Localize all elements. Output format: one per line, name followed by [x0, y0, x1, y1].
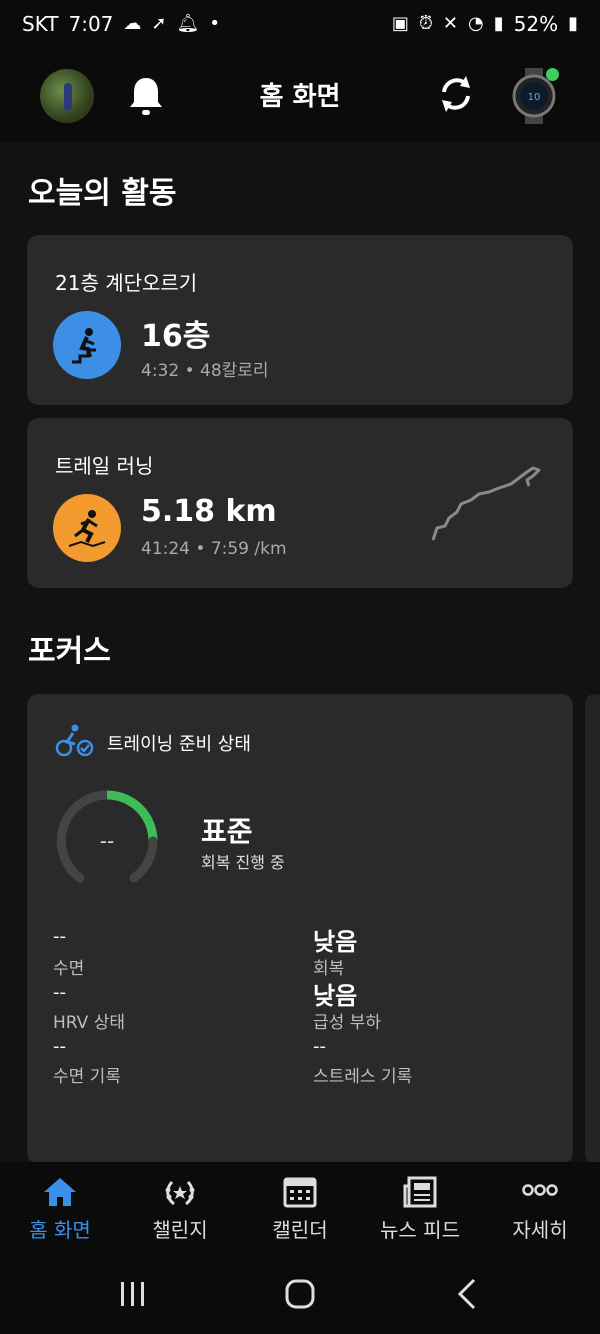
metric-value-hrv: -- — [53, 982, 66, 1003]
readiness-score: -- — [99, 829, 115, 853]
nav-item-home[interactable]: 홈 화면 — [0, 1162, 120, 1254]
route-map-thumbnail — [431, 466, 541, 541]
back-icon[interactable] — [448, 1276, 488, 1312]
carrier: SKT — [22, 12, 59, 36]
cloud-icon: ☁ — [123, 13, 142, 34]
system-nav-bar — [0, 1254, 600, 1334]
metric-value-stress-history: -- — [313, 1036, 326, 1057]
page-title: 홈 화면 — [259, 82, 341, 112]
laurel-icon — [165, 1180, 195, 1206]
activity-sub-value: 4:32 • 48칼로리 — [141, 361, 269, 381]
activity-sub-value: 41:24 • 7:59 /km — [141, 539, 287, 559]
readiness-status-sub: 회복 진행 중 — [201, 853, 285, 872]
nav-item-challenges[interactable]: 챌린지 — [120, 1162, 240, 1254]
metric-label-sleep-history: 수면 기록 — [53, 1067, 121, 1087]
metric-value-acute-load: 낮음 — [313, 982, 358, 1010]
sync-icon[interactable] — [436, 72, 476, 116]
notification-bell-icon: 🔔︎ — [176, 13, 200, 34]
lock-icon: ▣ — [391, 13, 409, 34]
stair-climb-icon — [53, 311, 121, 379]
training-readiness-card[interactable]: 트레이닝 준비 상태 -- 표준 회복 진행 중 -- 수면 -- HRV 상태… — [27, 694, 573, 1164]
activity-label: 21층 계단오르기 — [55, 271, 198, 295]
nav-arrow-icon: ➚ — [151, 13, 167, 34]
metric-value-recovery: 낮음 — [313, 928, 358, 956]
dot-icon: • — [209, 13, 220, 34]
activity-card-trail-run[interactable]: 트레일 러닝 5.18 km 41:24 • 7:59 /km — [27, 418, 573, 588]
nav-label-home: 홈 화면 — [29, 1218, 91, 1242]
section-title-today: 오늘의 활동 — [28, 176, 177, 211]
bottom-nav: 홈 화면 챌린지 캘린더 뉴스 피드 자세히 — [0, 1162, 600, 1254]
training-readiness-title: 트레이닝 준비 상태 — [107, 734, 251, 755]
nav-label-newsfeed: 뉴스 피드 — [380, 1218, 460, 1242]
newsfeed-icon — [403, 1176, 437, 1208]
metric-label-sleep: 수면 — [53, 959, 85, 979]
metric-label-hrv: HRV 상태 — [53, 1013, 125, 1033]
training-readiness-icon — [55, 724, 94, 757]
signal-icon: ▮ — [493, 13, 504, 34]
top-bar: 홈 화면 10 — [0, 48, 600, 142]
connected-indicator — [546, 68, 559, 81]
metric-label-stress-history: 스트레스 기록 — [313, 1067, 413, 1087]
calendar-icon — [283, 1177, 317, 1208]
section-title-focus: 포커스 — [28, 634, 111, 669]
activity-card-stairs[interactable]: 21층 계단오르기 16층 4:32 • 48칼로리 — [27, 235, 573, 405]
wifi-icon: ◔ — [468, 13, 484, 34]
recent-apps-icon[interactable] — [112, 1276, 152, 1312]
activity-main-value: 16층 — [141, 319, 211, 354]
next-focus-card-peek[interactable] — [585, 694, 600, 1164]
svg-text:10: 10 — [528, 92, 541, 103]
nav-label-more: 자세히 — [512, 1218, 568, 1242]
nav-item-calendar[interactable]: 캘린더 — [240, 1162, 360, 1254]
activity-label: 트레일 러닝 — [55, 454, 154, 478]
trail-run-icon — [53, 494, 121, 562]
metric-value-sleep: -- — [53, 926, 66, 947]
more-icon — [522, 1184, 558, 1196]
nav-label-calendar: 캘린더 — [272, 1218, 328, 1242]
metric-label-acute-load: 급성 부하 — [313, 1013, 381, 1033]
home-button-icon[interactable] — [280, 1276, 320, 1312]
metric-value-sleep-history: -- — [53, 1036, 66, 1057]
activity-main-value: 5.18 km — [141, 494, 277, 529]
nav-item-more[interactable]: 자세히 — [480, 1162, 600, 1254]
home-icon — [44, 1178, 76, 1206]
mute-icon: ✕ — [442, 13, 459, 34]
nav-label-challenges: 챌린지 — [152, 1218, 208, 1242]
battery-level: 52% — [513, 12, 559, 36]
alarm-icon: ⏰︎ — [418, 13, 433, 34]
readiness-status: 표준 — [201, 815, 253, 848]
clock: 7:07 — [68, 12, 114, 36]
battery-icon: ▮ — [568, 13, 578, 34]
status-bar: SKT 7:07 ☁ ➚ 🔔︎ • ▣ ⏰︎ ✕ ◔ ▮ 52% ▮ — [0, 0, 600, 48]
nav-item-newsfeed[interactable]: 뉴스 피드 — [360, 1162, 480, 1254]
